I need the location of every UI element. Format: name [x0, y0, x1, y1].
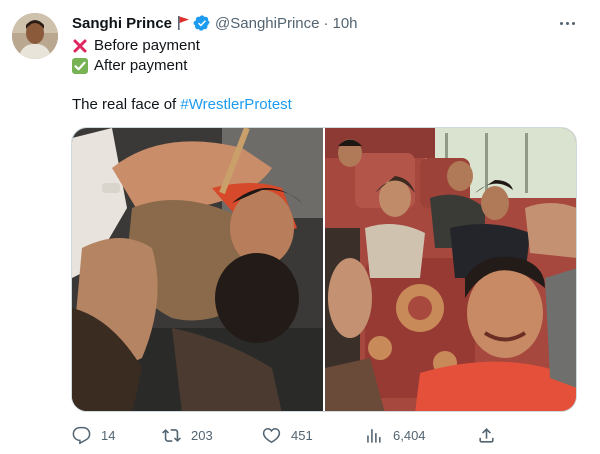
- like-count: 451: [291, 427, 313, 443]
- after-payment-text: After payment: [94, 57, 188, 74]
- photo-right[interactable]: [325, 128, 576, 411]
- verified-badge-icon[interactable]: [193, 14, 211, 32]
- retweet-count: 203: [191, 427, 213, 443]
- view-count: 6,404: [393, 427, 426, 443]
- dot-icon: [559, 21, 563, 25]
- timestamp[interactable]: 10h: [332, 15, 357, 32]
- like-button[interactable]: 451: [262, 423, 313, 447]
- reply-icon: [72, 426, 91, 444]
- cross-mark-icon: [72, 38, 88, 54]
- views-button[interactable]: 6,404: [364, 423, 426, 447]
- separator-dot: ·: [323, 14, 329, 32]
- hashtag-link[interactable]: #WrestlerProtest: [180, 96, 291, 113]
- tweet-line-real-face: The real face of #WrestlerProtest: [72, 95, 292, 115]
- avatar[interactable]: [12, 13, 58, 59]
- reply-button[interactable]: 14: [72, 423, 115, 447]
- more-options-button[interactable]: [554, 12, 580, 34]
- photo-left[interactable]: [72, 128, 323, 411]
- tweet-card[interactable]: Sanghi Prince @SanghiPrince · 10h Before…: [0, 0, 600, 454]
- media-grid: [71, 127, 577, 412]
- real-face-text: The real face of: [72, 96, 181, 113]
- retweet-button[interactable]: 203: [162, 423, 213, 447]
- heart-icon: [262, 427, 281, 443]
- tweet-line-after: After payment: [72, 56, 200, 76]
- tweet-text: Before payment After payment: [72, 36, 200, 76]
- dot-icon: [571, 21, 575, 25]
- before-payment-text: Before payment: [94, 37, 200, 54]
- check-mark-icon: [72, 58, 88, 74]
- retweet-icon: [162, 428, 181, 442]
- flag-icon: [176, 15, 190, 31]
- tweet-header: Sanghi Prince @SanghiPrince · 10h: [72, 13, 358, 33]
- author-handle[interactable]: @SanghiPrince: [215, 15, 319, 32]
- analytics-icon: [367, 428, 381, 443]
- dot-icon: [565, 21, 569, 25]
- share-icon: [479, 427, 494, 443]
- reply-count: 14: [101, 427, 116, 443]
- author-name[interactable]: Sanghi Prince: [72, 15, 172, 32]
- action-bar: 14 203 451 6,404: [72, 423, 502, 447]
- share-button[interactable]: [477, 423, 506, 447]
- tweet-line-before: Before payment: [72, 36, 200, 56]
